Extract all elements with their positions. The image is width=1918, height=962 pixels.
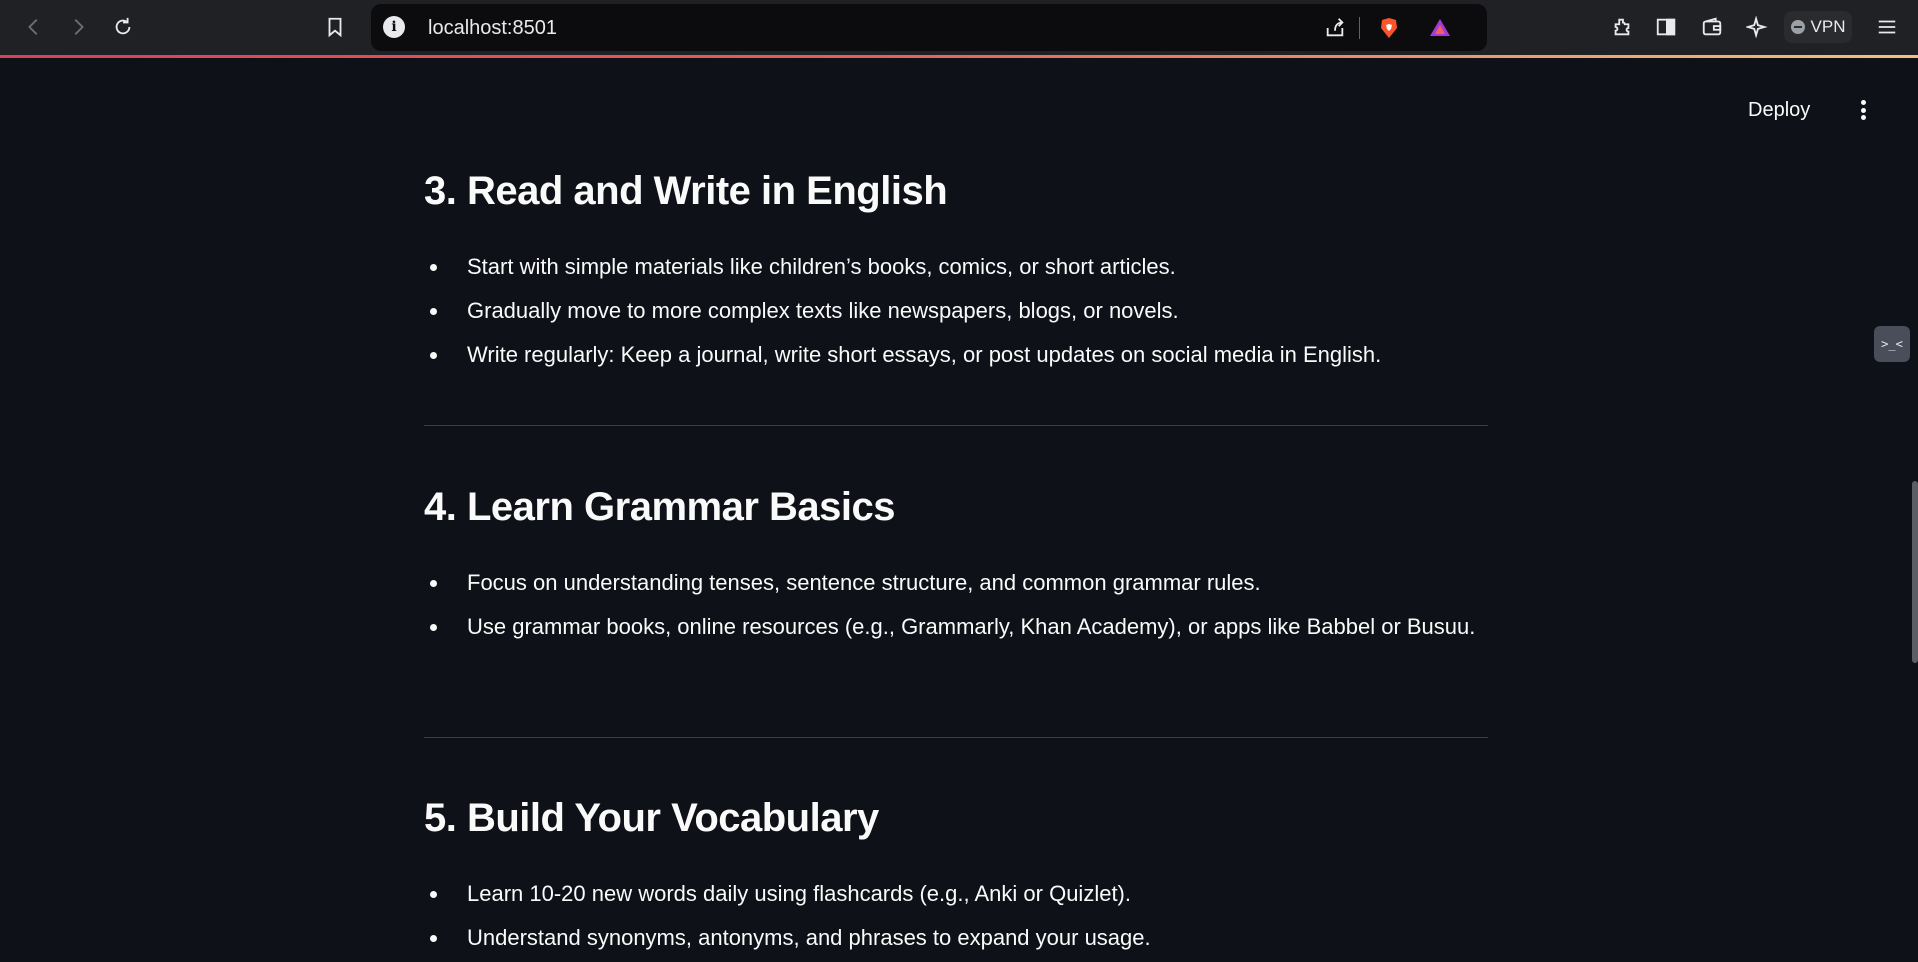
sidebar-toggle-icon[interactable] xyxy=(1648,9,1684,45)
scrollbar[interactable] xyxy=(1912,481,1918,663)
vpn-status-icon xyxy=(1790,20,1805,34)
menu-icon[interactable] xyxy=(1869,9,1905,45)
section-heading: 4. Learn Grammar Basics xyxy=(424,485,895,529)
divider xyxy=(1359,17,1360,39)
app-main: Deploy 3. Read and Write in English Star… xyxy=(0,61,1918,950)
vpn-button[interactable]: VPN xyxy=(1784,11,1852,43)
list-item: Start with simple materials like childre… xyxy=(424,247,1488,286)
deploy-button[interactable]: Deploy xyxy=(1748,99,1810,122)
main-menu-icon[interactable] xyxy=(1858,97,1868,123)
list-item: Use grammar books, online resources (e.g… xyxy=(424,607,1488,646)
bullet-list: Start with simple materials like childre… xyxy=(424,247,1488,379)
list-item: Gradually move to more complex texts lik… xyxy=(424,291,1488,330)
list-item: Write regularly: Keep a journal, write s… xyxy=(424,335,1488,374)
extensions-icon[interactable] xyxy=(1604,9,1640,45)
browser-toolbar: i localhost:8501 VPN xyxy=(0,0,1918,58)
horizontal-rule xyxy=(424,737,1488,738)
back-icon[interactable] xyxy=(16,9,52,45)
url-text[interactable]: localhost:8501 xyxy=(428,17,557,40)
wallet-icon[interactable] xyxy=(1694,9,1730,45)
site-info-icon[interactable]: i xyxy=(383,16,405,38)
list-item: Focus on understanding tenses, sentence … xyxy=(424,563,1488,602)
section-heading: 3. Read and Write in English xyxy=(424,169,948,213)
address-bar[interactable]: i localhost:8501 xyxy=(371,4,1487,51)
brave-rewards-icon[interactable] xyxy=(1426,14,1454,42)
forward-icon[interactable] xyxy=(60,9,96,45)
brave-shields-icon[interactable] xyxy=(1375,14,1403,42)
vpn-label: VPN xyxy=(1810,17,1846,36)
list-item: Learn 10-20 new words daily using flashc… xyxy=(424,874,1488,913)
bookmark-icon[interactable] xyxy=(317,9,353,45)
bullet-list: Learn 10-20 new words daily using flashc… xyxy=(424,874,1488,962)
bullet-list: Focus on understanding tenses, sentence … xyxy=(424,563,1488,651)
share-icon[interactable] xyxy=(1321,14,1349,42)
reload-icon[interactable] xyxy=(105,9,141,45)
horizontal-rule xyxy=(424,425,1488,426)
dev-tools-icon[interactable]: >_< xyxy=(1874,326,1910,362)
leo-ai-icon[interactable] xyxy=(1739,9,1775,45)
section-heading: 5. Build Your Vocabulary xyxy=(424,796,879,840)
list-item: Understand synonyms, antonyms, and phras… xyxy=(424,918,1488,957)
